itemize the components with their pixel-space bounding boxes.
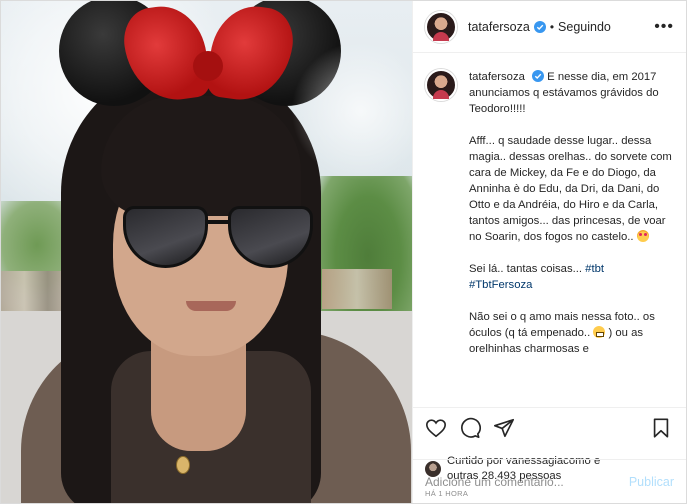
caption-avatar[interactable] bbox=[425, 69, 457, 101]
caption-line: Sei lá.. tantas coisas... bbox=[469, 263, 583, 275]
caption-paragraph-3: Sei lá.. tantas coisas... #tbt #TbtFerso… bbox=[469, 261, 674, 293]
caption-text: tatafersoza E nesse dia, em 2017 anuncia… bbox=[469, 69, 674, 373]
save-button[interactable] bbox=[650, 417, 674, 441]
comment-bubble-icon bbox=[461, 417, 481, 438]
caption-row: tatafersoza E nesse dia, em 2017 anuncia… bbox=[425, 69, 674, 373]
hashtag-tbtfersoza[interactable]: #TbtFersoza bbox=[469, 279, 532, 291]
share-button[interactable] bbox=[493, 417, 517, 441]
lens-right bbox=[228, 206, 313, 268]
heart-icon bbox=[426, 418, 446, 437]
lens-left bbox=[123, 206, 208, 268]
hair-bangs bbox=[101, 96, 301, 216]
post-side-panel: tatafersoza • Seguindo ••• tatafersoza E… bbox=[412, 1, 686, 503]
comments-area[interactable]: tatafersoza E nesse dia, em 2017 anuncia… bbox=[413, 53, 686, 407]
action-bar bbox=[413, 407, 686, 449]
necklace-pendant bbox=[176, 456, 190, 474]
like-button[interactable] bbox=[425, 417, 449, 441]
header-separator: • bbox=[549, 19, 555, 34]
hashtag-tbt[interactable]: #tbt bbox=[585, 263, 604, 275]
more-options-icon[interactable]: ••• bbox=[654, 18, 674, 35]
verified-badge-icon bbox=[532, 70, 545, 82]
caption-line: Afff... q saudade desse lugar.. dessa ma… bbox=[469, 135, 672, 243]
grimacing-emoji-icon bbox=[593, 326, 606, 338]
comment-button[interactable] bbox=[459, 417, 483, 441]
sunglasses bbox=[123, 206, 313, 276]
background-crowd-right bbox=[322, 269, 392, 309]
comment-composer: Publicar bbox=[413, 459, 686, 503]
instagram-post: tatafersoza • Seguindo ••• tatafersoza E… bbox=[0, 0, 687, 504]
bookmark-icon bbox=[653, 417, 669, 438]
bow-knot bbox=[193, 51, 223, 81]
publish-button[interactable]: Publicar bbox=[629, 475, 674, 489]
caption-paragraph-2: Afff... q saudade desse lugar.. dessa ma… bbox=[469, 133, 674, 245]
mouth bbox=[186, 301, 236, 311]
author-avatar[interactable] bbox=[425, 10, 457, 43]
post-photo[interactable] bbox=[1, 1, 412, 503]
verified-badge-icon bbox=[533, 20, 546, 33]
caption-username[interactable]: tatafersoza bbox=[469, 71, 525, 83]
author-username[interactable]: tatafersoza bbox=[468, 20, 530, 34]
following-button[interactable]: Seguindo bbox=[558, 20, 611, 34]
star-struck-emoji-icon bbox=[636, 230, 649, 242]
comment-input[interactable] bbox=[425, 474, 629, 489]
paper-plane-icon bbox=[494, 418, 514, 437]
caption-paragraph-1: tatafersoza E nesse dia, em 2017 anuncia… bbox=[469, 69, 674, 117]
post-header: tatafersoza • Seguindo ••• bbox=[413, 1, 686, 53]
caption-paragraph-4: Não sei o q amo mais nessa foto.. os ócu… bbox=[469, 309, 674, 357]
